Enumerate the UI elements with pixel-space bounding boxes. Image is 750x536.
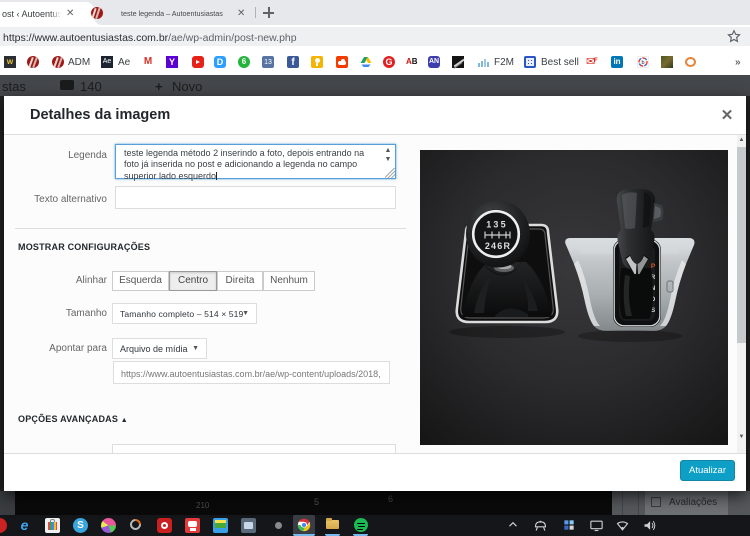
svg-text:246R: 246R: [485, 241, 511, 251]
svg-text:135: 135: [486, 220, 508, 230]
svg-text:b: b: [641, 60, 644, 66]
svg-text:P: P: [651, 263, 656, 270]
